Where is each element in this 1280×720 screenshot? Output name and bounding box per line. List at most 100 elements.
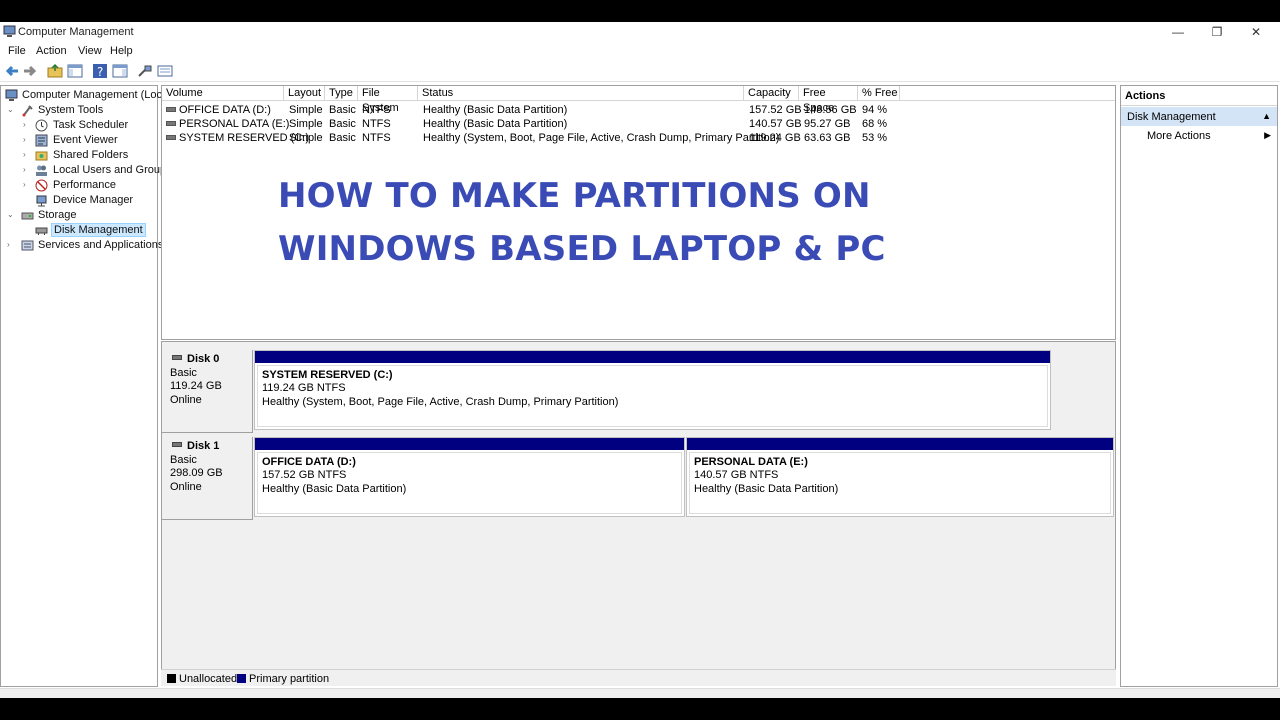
disk-type: Basic	[170, 367, 197, 379]
help-icon[interactable]: ?	[92, 63, 108, 79]
volume-pct-free: 53 %	[862, 132, 888, 144]
volume-fs: NTFS	[362, 118, 391, 130]
volume-free: 63.63 GB	[804, 132, 851, 144]
disk-graphical-view: Disk 0 Basic 119.24 GB Online SYSTEM RES…	[161, 341, 1116, 686]
tree-label-shared-folders: Shared Folders	[53, 149, 129, 161]
expand-chevron-icon[interactable]: ›	[23, 165, 31, 174]
overlay-title-line-1: HOW TO MAKE PARTITIONS ON	[278, 176, 871, 216]
partition-name: OFFICE DATA (D:)	[262, 456, 356, 468]
restore-button[interactable]: ❐	[1202, 24, 1232, 40]
disk-size: 119.24 GB	[170, 380, 222, 392]
volume-free: 95.27 GB	[804, 118, 851, 130]
collapse-chevron-icon[interactable]: ⌄	[7, 105, 15, 114]
volume-name: OFFICE DATA (D:)	[179, 104, 271, 116]
partition-personal-data-e[interactable]: PERSONAL DATA (E:) 140.57 GB NTFS Health…	[686, 437, 1114, 517]
column-layout[interactable]: Layout	[284, 86, 325, 101]
disk-name: Disk 1	[187, 440, 220, 452]
column-capacity[interactable]: Capacity	[744, 86, 799, 101]
column-percent-free[interactable]: % Free	[858, 86, 900, 101]
forward-arrow-icon[interactable]	[22, 63, 38, 79]
computer-icon	[5, 89, 18, 101]
volume-status: Healthy (Basic Data Partition)	[423, 118, 568, 130]
storage-icon	[21, 212, 34, 220]
expand-chevron-icon[interactable]: ›	[23, 150, 31, 159]
actions-section-label: Disk Management	[1127, 111, 1216, 123]
volume-row[interactable]: SYSTEM RESERVED (C:) Simple Basic NTFS H…	[162, 131, 1115, 145]
column-status[interactable]: Status	[418, 86, 744, 101]
connect-icon[interactable]	[137, 63, 153, 79]
more-actions-link[interactable]: More Actions	[1147, 130, 1211, 142]
disk-icon	[172, 442, 182, 447]
volume-row[interactable]: PERSONAL DATA (E:) Simple Basic NTFS Hea…	[162, 117, 1115, 131]
menu-help[interactable]: Help	[110, 45, 133, 57]
column-volume[interactable]: Volume	[162, 86, 284, 101]
collapse-up-icon[interactable]: ▲	[1262, 111, 1271, 121]
up-folder-icon[interactable]	[47, 63, 63, 79]
menu-view[interactable]: View	[78, 45, 102, 57]
clock-icon	[35, 119, 48, 132]
toolbar: ?	[0, 60, 1280, 82]
volume-status: Healthy (Basic Data Partition)	[423, 104, 568, 116]
tree-label-event-viewer: Event Viewer	[53, 134, 118, 146]
disk-state: Online	[170, 481, 202, 493]
expand-chevron-icon[interactable]: ›	[23, 120, 31, 129]
partition-name: SYSTEM RESERVED (C:)	[262, 369, 393, 381]
menu-file[interactable]: File	[8, 45, 26, 57]
minimize-button[interactable]: —	[1163, 24, 1193, 40]
collapse-chevron-icon[interactable]: ⌄	[7, 210, 15, 219]
event-viewer-icon	[35, 134, 48, 147]
partition-system-reserved-c[interactable]: SYSTEM RESERVED (C:) 119.24 GB NTFS Heal…	[254, 350, 1051, 430]
show-hide-action-pane-icon[interactable]	[112, 63, 128, 79]
legend-primary: Primary partition	[249, 673, 330, 685]
tree-label-local-users: Local Users and Groups	[53, 164, 172, 176]
submenu-arrow-icon[interactable]: ▶	[1264, 130, 1271, 141]
volume-layout: Simple	[289, 118, 323, 130]
partition-size: 157.52 GB NTFS	[262, 469, 347, 481]
properties-icon[interactable]	[157, 63, 173, 79]
computer-management-window: Computer Management — ❐ ✕ File Action Vi…	[0, 22, 1280, 698]
volume-type: Basic	[329, 118, 356, 130]
performance-icon	[35, 179, 48, 192]
partition-body: SYSTEM RESERVED (C:) 119.24 GB NTFS Heal…	[257, 365, 1048, 427]
system-tools-icon	[22, 105, 33, 117]
status-bar	[0, 688, 1280, 698]
volume-row[interactable]: OFFICE DATA (D:) Simple Basic NTFS Healt…	[162, 103, 1115, 117]
volume-name: PERSONAL DATA (E:)	[179, 118, 290, 130]
column-free-space[interactable]: Free Space	[799, 86, 858, 114]
computer-management-icon	[3, 25, 16, 37]
back-arrow-icon[interactable]	[4, 63, 20, 79]
expand-chevron-icon[interactable]: ›	[23, 135, 31, 144]
unallocated-swatch	[167, 674, 176, 683]
primary-partition-bar	[255, 351, 1050, 363]
disk-1-label[interactable]: Disk 1 Basic 298.09 GB Online	[162, 437, 253, 520]
disk-management-icon	[35, 227, 48, 235]
partition-body: PERSONAL DATA (E:) 140.57 GB NTFS Health…	[689, 452, 1111, 514]
volume-capacity: 140.57 GB	[749, 118, 802, 130]
partition-size: 119.24 GB NTFS	[262, 382, 346, 394]
column-type[interactable]: Type	[325, 86, 358, 101]
column-file-system[interactable]: File System	[358, 86, 418, 114]
partition-body: OFFICE DATA (D:) 157.52 GB NTFS Healthy …	[257, 452, 682, 514]
disk-type: Basic	[170, 454, 197, 466]
show-hide-tree-icon[interactable]	[67, 63, 83, 79]
disk-0-label[interactable]: Disk 0 Basic 119.24 GB Online	[162, 350, 253, 433]
volume-free: 148.56 GB	[804, 104, 857, 116]
partition-office-data-d[interactable]: OFFICE DATA (D:) 157.52 GB NTFS Healthy …	[254, 437, 685, 517]
expand-chevron-icon[interactable]: ›	[23, 180, 31, 189]
window-title: Computer Management	[18, 26, 134, 38]
volume-pct-free: 94 %	[862, 104, 888, 116]
partition-name: PERSONAL DATA (E:)	[694, 456, 808, 468]
expand-chevron-icon[interactable]: ›	[7, 240, 15, 249]
menu-action[interactable]: Action	[36, 45, 67, 57]
volume-capacity: 157.52 GB	[749, 104, 802, 116]
navigation-tree: Computer Management (Local) ⌄ System Too…	[0, 85, 174, 687]
close-button[interactable]: ✕	[1241, 24, 1271, 40]
menu-bar: File Action View Help	[0, 42, 1280, 60]
volume-fs: NTFS	[362, 104, 391, 116]
legend-unallocated: Unallocated	[179, 673, 238, 685]
title-bar: Computer Management — ❐ ✕	[0, 22, 1280, 42]
partition-status: Healthy (Basic Data Partition)	[262, 483, 407, 495]
volume-layout: Simple	[289, 104, 323, 116]
actions-section-disk-management[interactable]: Disk Management ▲	[1121, 107, 1277, 126]
tree-label-performance: Performance	[53, 179, 116, 191]
